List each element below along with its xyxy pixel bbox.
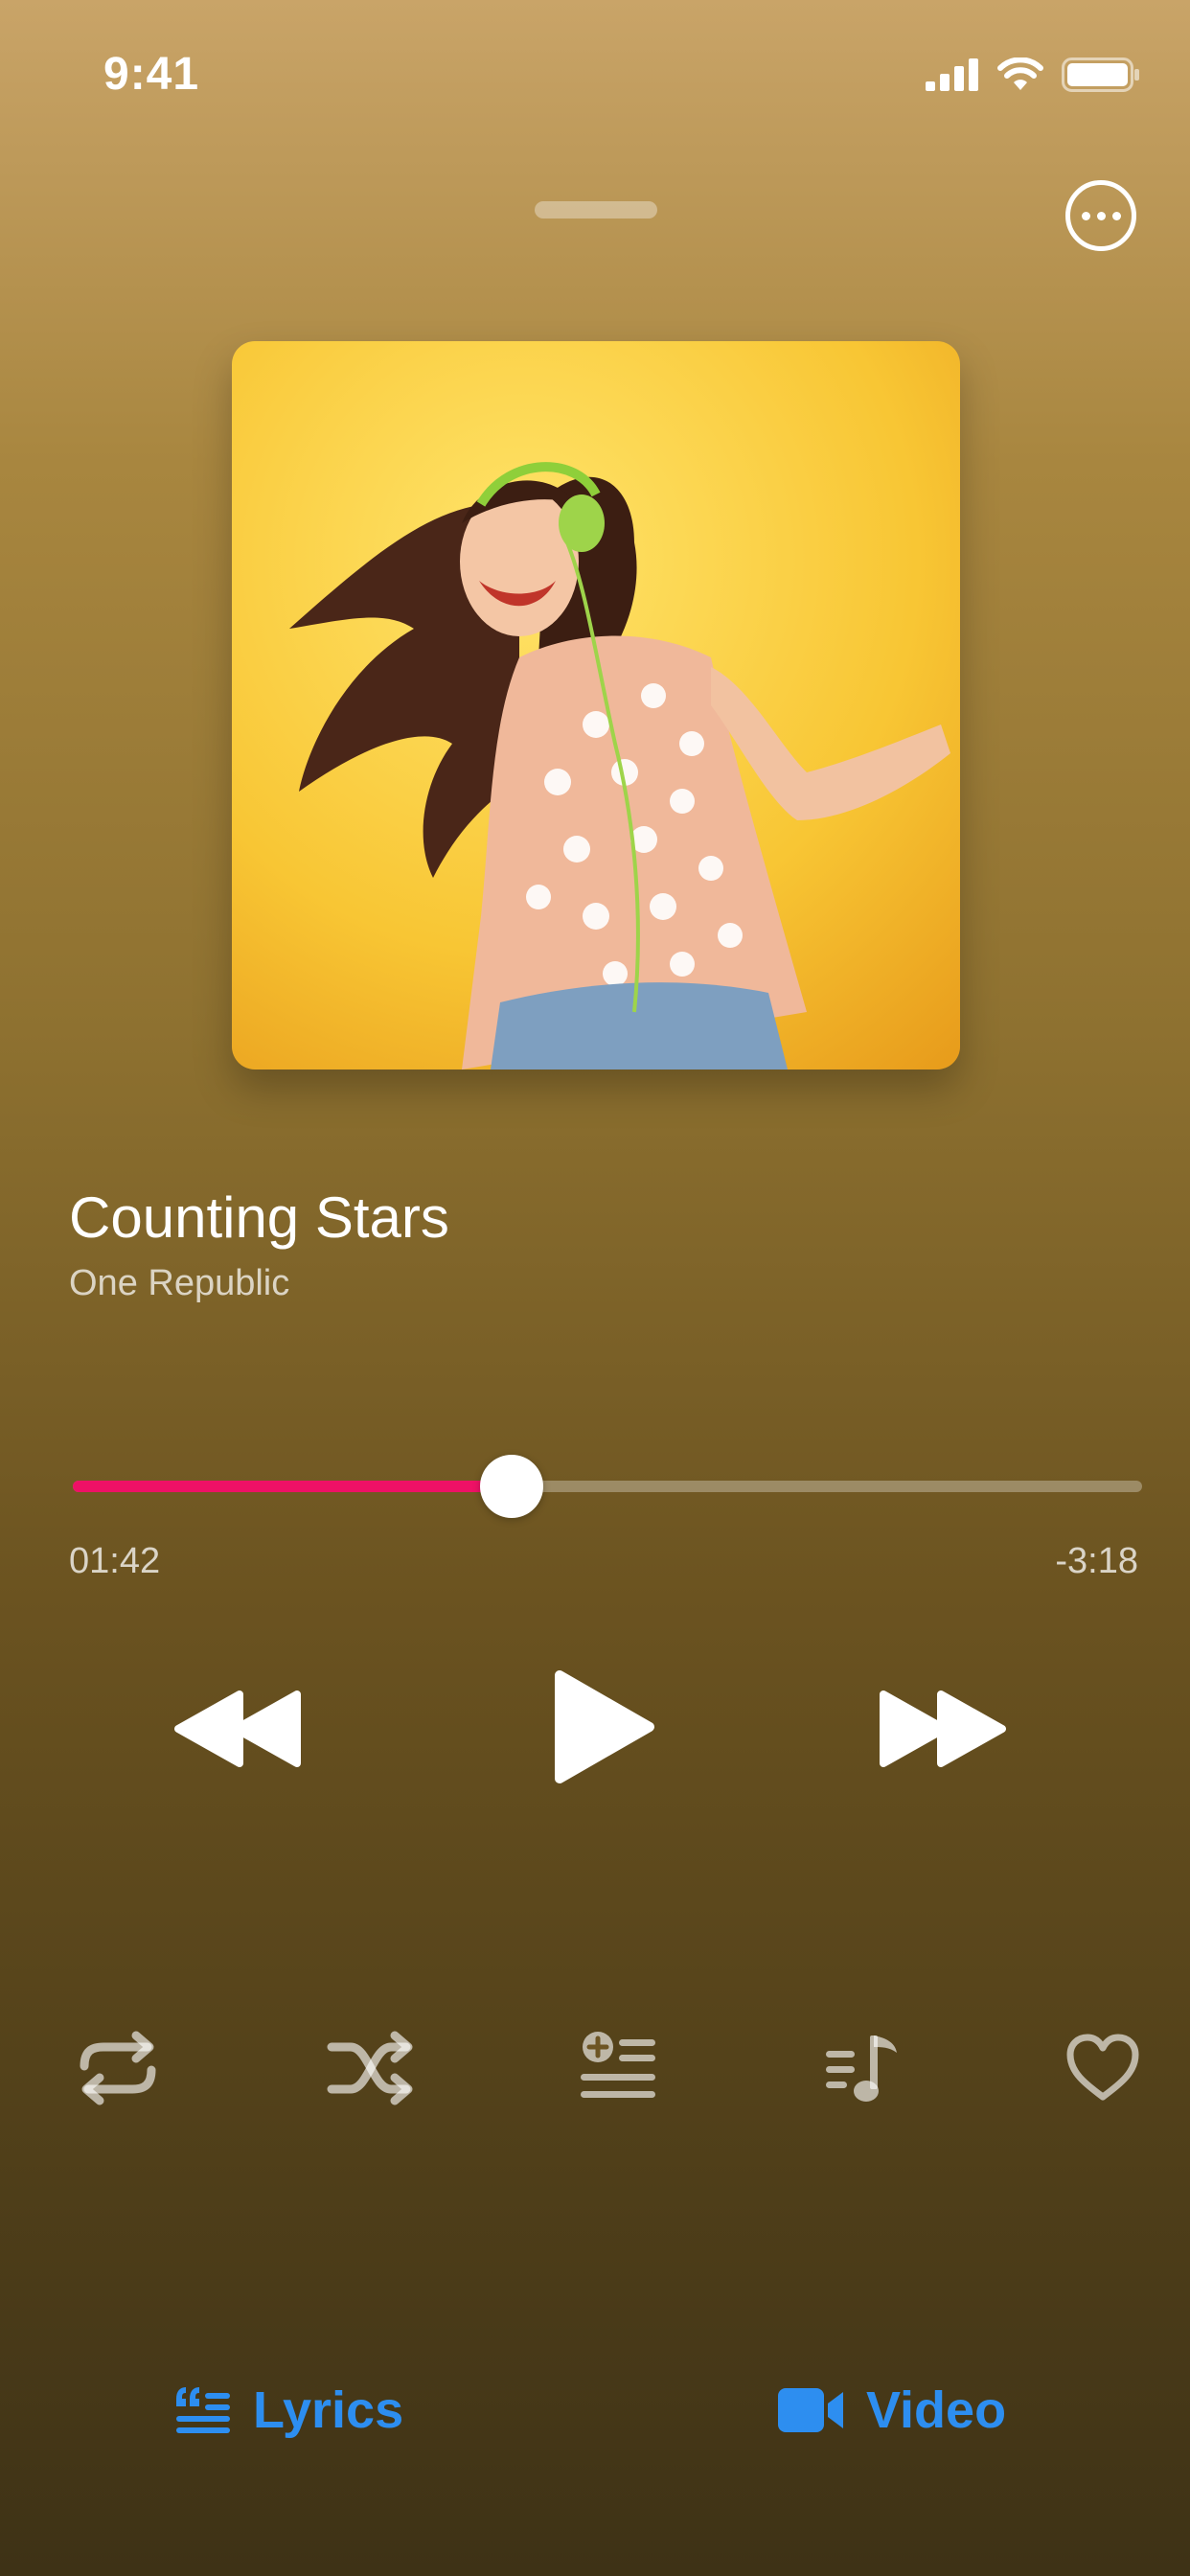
cellular-signal-icon bbox=[926, 58, 979, 91]
play-icon bbox=[552, 1669, 657, 1784]
shuffle-icon bbox=[326, 2030, 414, 2106]
video-camera-icon bbox=[778, 2388, 845, 2432]
more-icon-dot bbox=[1096, 211, 1106, 220]
battery-icon bbox=[1062, 58, 1140, 92]
progress-slider[interactable] bbox=[73, 1455, 1142, 1518]
wifi-icon bbox=[996, 58, 1044, 92]
heart-icon bbox=[1065, 2034, 1140, 2103]
video-tab-label: Video bbox=[866, 2381, 1007, 2439]
lyrics-tab-label: Lyrics bbox=[253, 2381, 404, 2439]
video-tab[interactable]: Video bbox=[778, 2380, 1006, 2440]
more-icon-dot bbox=[1111, 211, 1121, 220]
play-button[interactable] bbox=[552, 1669, 657, 1784]
status-time: 9:41 bbox=[103, 49, 200, 100]
repeat-icon bbox=[75, 2028, 161, 2108]
shuffle-button[interactable] bbox=[326, 2030, 414, 2106]
lyrics-tab[interactable]: Lyrics bbox=[174, 2380, 403, 2440]
status-bar: 9:41 bbox=[0, 0, 1190, 134]
progress-thumb[interactable] bbox=[479, 1455, 543, 1518]
playlist-icon bbox=[824, 2032, 901, 2106]
rewind-icon bbox=[172, 1689, 303, 1769]
album-artwork bbox=[232, 341, 960, 1070]
more-options-button[interactable] bbox=[1065, 180, 1136, 251]
track-artist[interactable]: One Republic bbox=[69, 1263, 289, 1304]
more-icon-dot bbox=[1081, 211, 1090, 220]
fast-forward-button[interactable] bbox=[878, 1689, 1008, 1769]
lyrics-icon bbox=[174, 2385, 232, 2435]
rewind-button[interactable] bbox=[172, 1689, 303, 1769]
add-to-queue-button[interactable] bbox=[579, 2030, 657, 2103]
playlist-button[interactable] bbox=[824, 2032, 901, 2106]
progress-fill bbox=[73, 1481, 512, 1492]
favorite-button[interactable] bbox=[1065, 2034, 1140, 2103]
elapsed-time: 01:42 bbox=[69, 1541, 161, 1581]
add-to-queue-icon bbox=[579, 2030, 657, 2103]
track-title: Counting Stars bbox=[69, 1185, 449, 1250]
sheet-grabber[interactable] bbox=[535, 201, 657, 218]
status-icons bbox=[926, 58, 1140, 92]
fast-forward-icon bbox=[878, 1689, 1008, 1769]
repeat-button[interactable] bbox=[75, 2028, 161, 2108]
remaining-time: -3:18 bbox=[1055, 1541, 1138, 1581]
